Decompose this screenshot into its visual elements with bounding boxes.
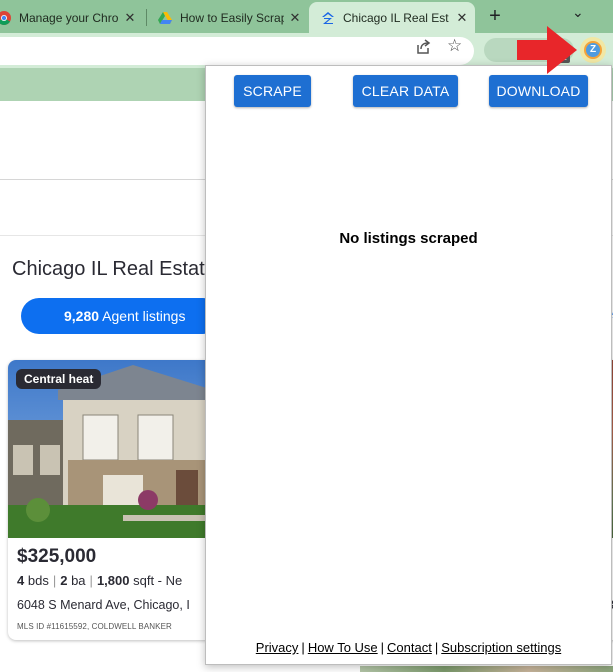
facts-divider: | (52, 573, 57, 588)
tab-label: Manage your Chro (19, 10, 119, 25)
popup-footer: Privacy | How To Use | Contact | Subscription … (206, 640, 611, 655)
chrome-icon (0, 10, 11, 25)
contact-link[interactable]: Contact (387, 640, 432, 655)
how-to-use-link[interactable]: How To Use (308, 640, 378, 655)
tab-label: Chicago IL Real Est (343, 10, 449, 25)
agent-listings-tab[interactable]: 9,280 Agent listings (21, 298, 221, 334)
share-icon[interactable] (415, 39, 431, 55)
empty-state-message: No listings scraped (339, 230, 478, 247)
red-arrow-icon (517, 26, 577, 74)
listing-price: $325,000 (17, 546, 97, 567)
new-tab-button[interactable]: + (485, 5, 505, 28)
baths-value: 2 (60, 573, 68, 588)
agent-listings-count: 9,280 (64, 308, 100, 324)
beds-value: 4 (17, 573, 25, 588)
tab-search-button[interactable]: ⌄ (572, 4, 584, 21)
download-button[interactable]: DOWNLOAD (489, 75, 588, 107)
next-row-photos (360, 666, 613, 672)
agent-listings-label: Agent listings (102, 308, 186, 324)
link-separator: | (380, 640, 385, 655)
beds-unit: bds (27, 573, 49, 588)
tab-separator (146, 9, 147, 26)
page-title: Chicago IL Real Estat (12, 258, 205, 280)
privacy-link[interactable]: Privacy (256, 640, 299, 655)
link-separator: | (434, 640, 439, 655)
listing-feature-tag: Central heat (16, 369, 102, 389)
listing-mls-id: MLS ID #11615592, COLDWELL BANKER (17, 622, 172, 631)
tab-how-to-scrape[interactable]: How to Easily Scrap ✕ (158, 2, 302, 33)
close-tab-icon[interactable]: ✕ (455, 10, 469, 26)
address-bar[interactable] (0, 37, 474, 65)
baths-unit: ba (71, 573, 86, 588)
zillow-icon (322, 11, 334, 24)
close-tab-icon[interactable]: ✕ (123, 10, 137, 26)
close-tab-icon[interactable]: ✕ (288, 10, 302, 26)
sqft-value: 1,800 (96, 573, 130, 588)
link-separator: | (301, 640, 305, 655)
star-icon[interactable]: ☆ (447, 36, 462, 56)
subscription-settings-link[interactable]: Subscription settings (441, 640, 561, 655)
google-drive-icon (158, 11, 172, 24)
tab-manage-chrome[interactable]: Manage your Chro ✕ (0, 2, 137, 33)
clear-data-button[interactable]: CLEAR DATA (353, 75, 458, 107)
facts-divider: | (89, 573, 93, 588)
scraper-popup: SCRAPE CLEAR DATA DOWNLOAD No listings s… (205, 65, 612, 665)
tab-chicago-real-estate[interactable]: Chicago IL Real Est ✕ (309, 2, 475, 33)
listing-address[interactable]: 6048 S Menard Ave, Chicago, I (17, 598, 190, 612)
listing-facts: 4 bds | 2 ba | 1,800 sqft - Ne (17, 573, 182, 588)
listing-card[interactable]: Central heat $325,000 4 bds | 2 ba | 1,800 s… (8, 360, 213, 640)
scraper-extension-icon[interactable]: Z (584, 41, 602, 59)
scrape-button[interactable]: SCRAPE (234, 75, 311, 107)
sqft-unit: sqft - Ne (133, 573, 183, 588)
tab-label: How to Easily Scrap (180, 10, 284, 25)
